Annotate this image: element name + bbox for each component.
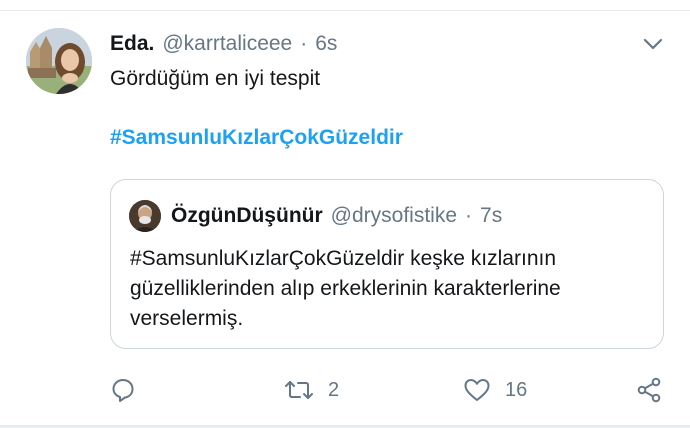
quoted-avatar-image <box>129 200 161 232</box>
share-button[interactable] <box>636 372 662 408</box>
heart-icon <box>463 377 491 403</box>
hashtag-link[interactable]: #SamsunluKızlarÇokGüzeldir <box>110 125 403 151</box>
action-bar: 2 16 <box>0 372 690 408</box>
timestamp[interactable]: 6s <box>315 32 337 56</box>
user-handle[interactable]: @karrtaliceee <box>162 32 292 56</box>
retweet-count: 2 <box>328 378 340 401</box>
quoted-text: #SamsunluKızlarÇokGüzeldir keşke kızları… <box>130 247 561 330</box>
quoted-user-handle[interactable]: @drysofistike <box>331 204 457 228</box>
quoted-separator-dot: · <box>465 204 473 227</box>
quoted-display-name[interactable]: ÖzgünDüşünür <box>171 204 323 228</box>
like-count: 16 <box>505 378 528 401</box>
retweet-icon <box>284 377 314 403</box>
top-divider <box>0 10 690 11</box>
quoted-avatar[interactable] <box>129 200 161 232</box>
tweet[interactable]: Eda. @karrtaliceee · 6s Gördüğüm en iyi … <box>0 0 690 428</box>
separator-dot: · <box>300 32 308 55</box>
quoted-timestamp[interactable]: 7s <box>480 204 502 228</box>
reply-icon <box>110 377 136 403</box>
reply-button[interactable] <box>110 372 150 408</box>
tweet-header: Eda. @karrtaliceee · 6s <box>110 31 337 57</box>
display-name[interactable]: Eda. <box>110 32 154 56</box>
quoted-header: ÖzgünDüşünür @drysofistike · 7s <box>171 202 502 230</box>
retweet-button[interactable]: 2 <box>284 372 339 408</box>
share-icon <box>636 377 662 403</box>
like-button[interactable]: 16 <box>463 372 527 408</box>
avatar-image <box>26 28 92 94</box>
tweet-text: Gördüğüm en iyi tespit <box>110 67 321 90</box>
avatar[interactable] <box>26 28 92 94</box>
chevron-down-icon[interactable] <box>642 36 664 52</box>
quoted-tweet[interactable]: ÖzgünDüşünür @drysofistike · 7s #Samsunl… <box>110 179 664 349</box>
